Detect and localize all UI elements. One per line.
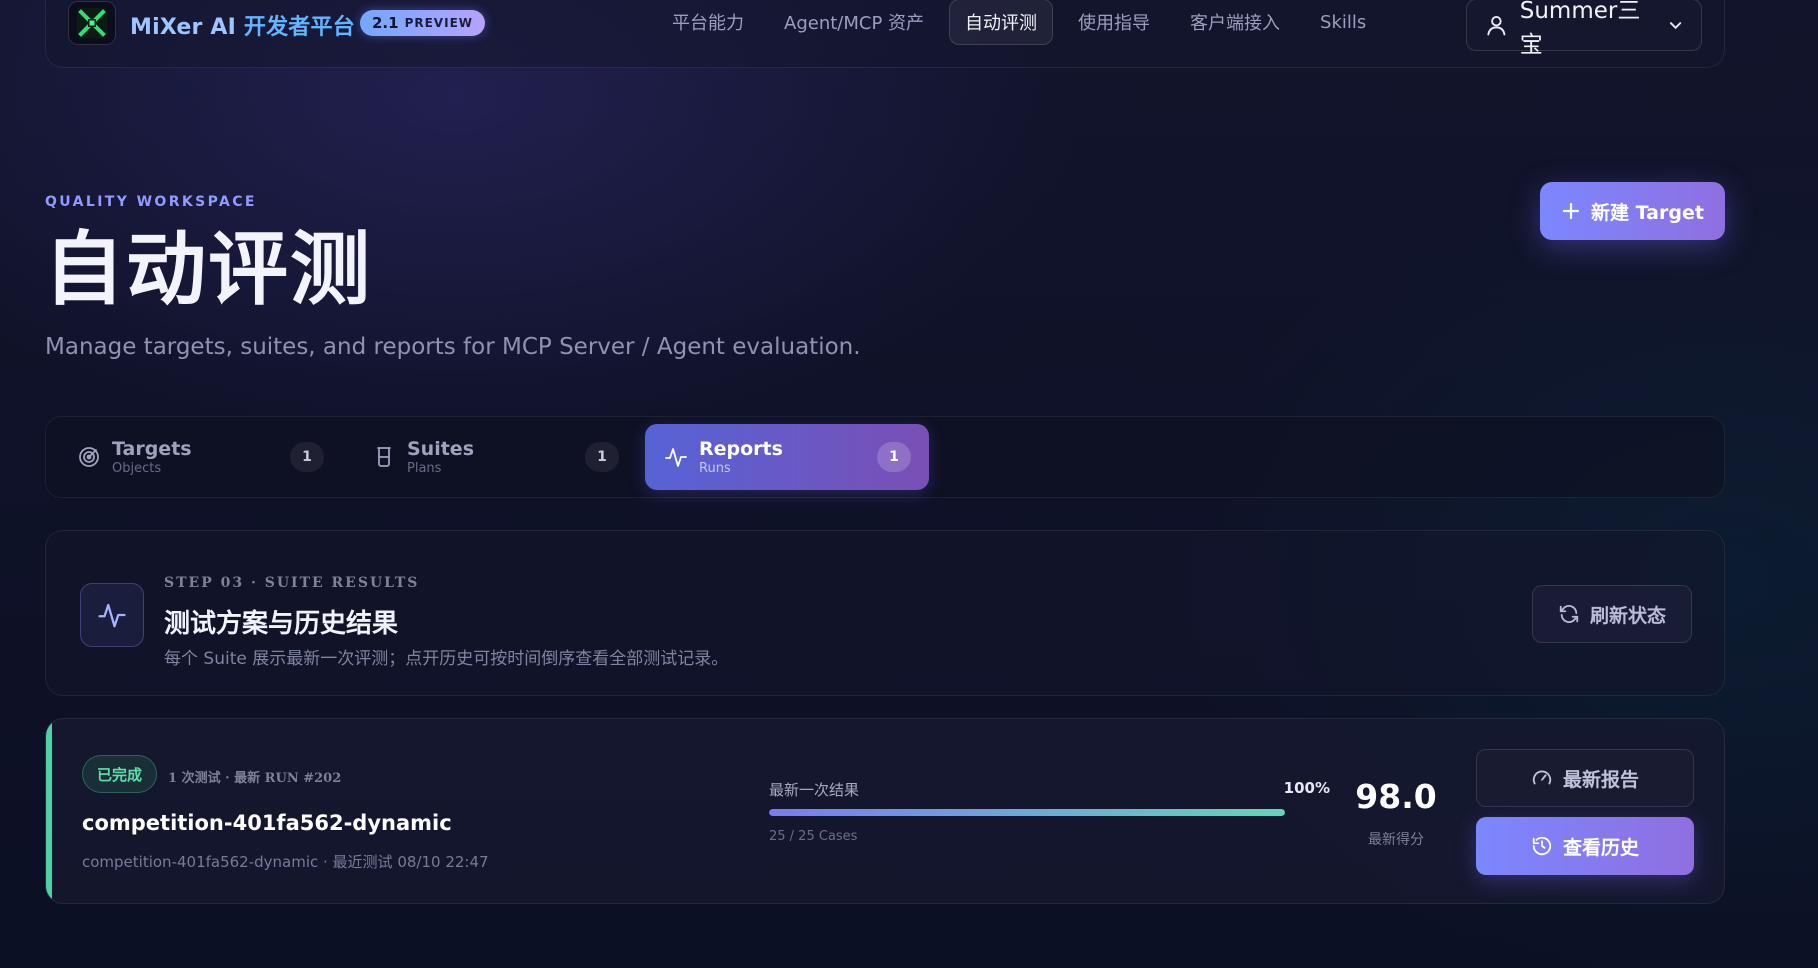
beaker-icon — [371, 444, 397, 470]
progress-bar — [769, 809, 1285, 816]
refresh-status-button[interactable]: 刷新状态 — [1532, 585, 1692, 643]
progress-fill — [769, 809, 1285, 816]
user-name: Summer三宝 — [1519, 0, 1641, 58]
page-subtitle: Manage targets, suites, and reports for … — [45, 334, 861, 360]
tab-reports[interactable]: Reports Runs 1 — [645, 424, 929, 490]
refresh-icon — [1559, 605, 1579, 623]
tab-label: Suites — [407, 438, 475, 460]
nav-usage-guide[interactable]: 使用指导 — [1063, 0, 1165, 45]
version-tag: PREVIEW — [404, 16, 473, 30]
tab-suites[interactable]: Suites Plans 1 — [353, 424, 637, 490]
brand-title[interactable]: MiXer AI 开发者平台 — [130, 9, 355, 41]
brand-subtitle: 开发者平台 — [243, 15, 355, 40]
version-number: 2.1 — [372, 14, 399, 32]
suite-detail: competition-401fa562-dynamic · 最近测试 08/1… — [82, 853, 489, 871]
workspace-tabs: Targets Objects 1 Suites Plans 1 Reports… — [45, 416, 1725, 498]
page-title: 自动评测 — [44, 223, 372, 316]
section-title: 测试方案与历史结果 — [164, 609, 399, 639]
suite-result-card: 已完成 1 次测试 · 最新 RUN #202 competition-401f… — [45, 718, 1725, 904]
progress-percent: 100% — [1283, 779, 1330, 797]
tab-sublabel: Plans — [407, 461, 442, 476]
status-badge: 已完成 — [82, 755, 158, 793]
top-navbar: MiXer AI 开发者平台 2.1 PREVIEW 平台能力 Agent/MC… — [45, 0, 1725, 68]
plus-icon — [1562, 202, 1580, 220]
nav-agent-mcp-assets[interactable]: Agent/MCP 资产 — [769, 0, 939, 45]
nav-skills[interactable]: Skills — [1305, 0, 1381, 45]
tab-label: Targets — [112, 438, 192, 460]
tab-label: Reports — [699, 438, 783, 460]
section-description: 每个 Suite 展示最新一次评测；点开历史可按时间倒序查看全部测试记录。 — [164, 649, 729, 669]
page-eyebrow: QUALITY WORKSPACE — [45, 194, 257, 210]
latest-report-label: 最新报告 — [1562, 768, 1639, 791]
gauge-icon — [1532, 770, 1552, 785]
brand-name: MiXer AI — [130, 15, 237, 40]
score-label: 最新得分 — [1368, 832, 1424, 848]
user-icon — [1487, 15, 1506, 36]
score-value: 98.0 — [1355, 777, 1437, 816]
tab-count-badge: 1 — [877, 442, 911, 472]
nav-platform-capabilities[interactable]: 平台能力 — [657, 0, 759, 45]
progress-label: 最新一次结果 — [769, 781, 860, 799]
tab-sublabel: Objects — [112, 461, 162, 476]
activity-icon — [663, 444, 689, 470]
nav-auto-evaluation[interactable]: 自动评测 — [949, 0, 1054, 45]
tab-sublabel: Runs — [699, 461, 731, 476]
mixer-logo-icon[interactable] — [68, 1, 116, 45]
step-label: STEP 03 · SUITE RESULTS — [164, 575, 420, 591]
refresh-label: 刷新状态 — [1589, 604, 1666, 627]
new-target-label: 新建 Target — [1591, 201, 1704, 224]
latest-report-button[interactable]: 最新报告 — [1476, 749, 1694, 807]
status-accent-bar — [46, 719, 52, 903]
target-icon — [76, 444, 102, 470]
tab-count-badge: 1 — [290, 442, 324, 472]
tab-targets[interactable]: Targets Objects 1 — [58, 424, 342, 490]
run-meta: 1 次测试 · 最新 RUN #202 — [168, 771, 342, 786]
new-target-button[interactable]: 新建 Target — [1540, 182, 1725, 240]
suite-results-section: STEP 03 · SUITE RESULTS 测试方案与历史结果 每个 Sui… — [45, 530, 1725, 696]
progress-cases: 25 / 25 Cases — [769, 829, 858, 844]
user-menu[interactable]: Summer三宝 — [1466, 0, 1702, 58]
tab-count-badge: 1 — [585, 442, 619, 472]
nav-client-integration[interactable]: 客户端接入 — [1175, 0, 1295, 45]
history-icon — [1532, 836, 1552, 856]
view-history-button[interactable]: 查看历史 — [1476, 817, 1694, 875]
main-nav: 平台能力 Agent/MCP 资产 自动评测 使用指导 客户端接入 Skills — [657, 0, 1381, 45]
chevron-down-icon — [1669, 22, 1682, 30]
activity-icon — [80, 583, 144, 647]
view-history-label: 查看历史 — [1562, 836, 1639, 859]
version-badge: 2.1 PREVIEW — [360, 10, 485, 36]
suite-name: competition-401fa562-dynamic — [82, 811, 452, 835]
